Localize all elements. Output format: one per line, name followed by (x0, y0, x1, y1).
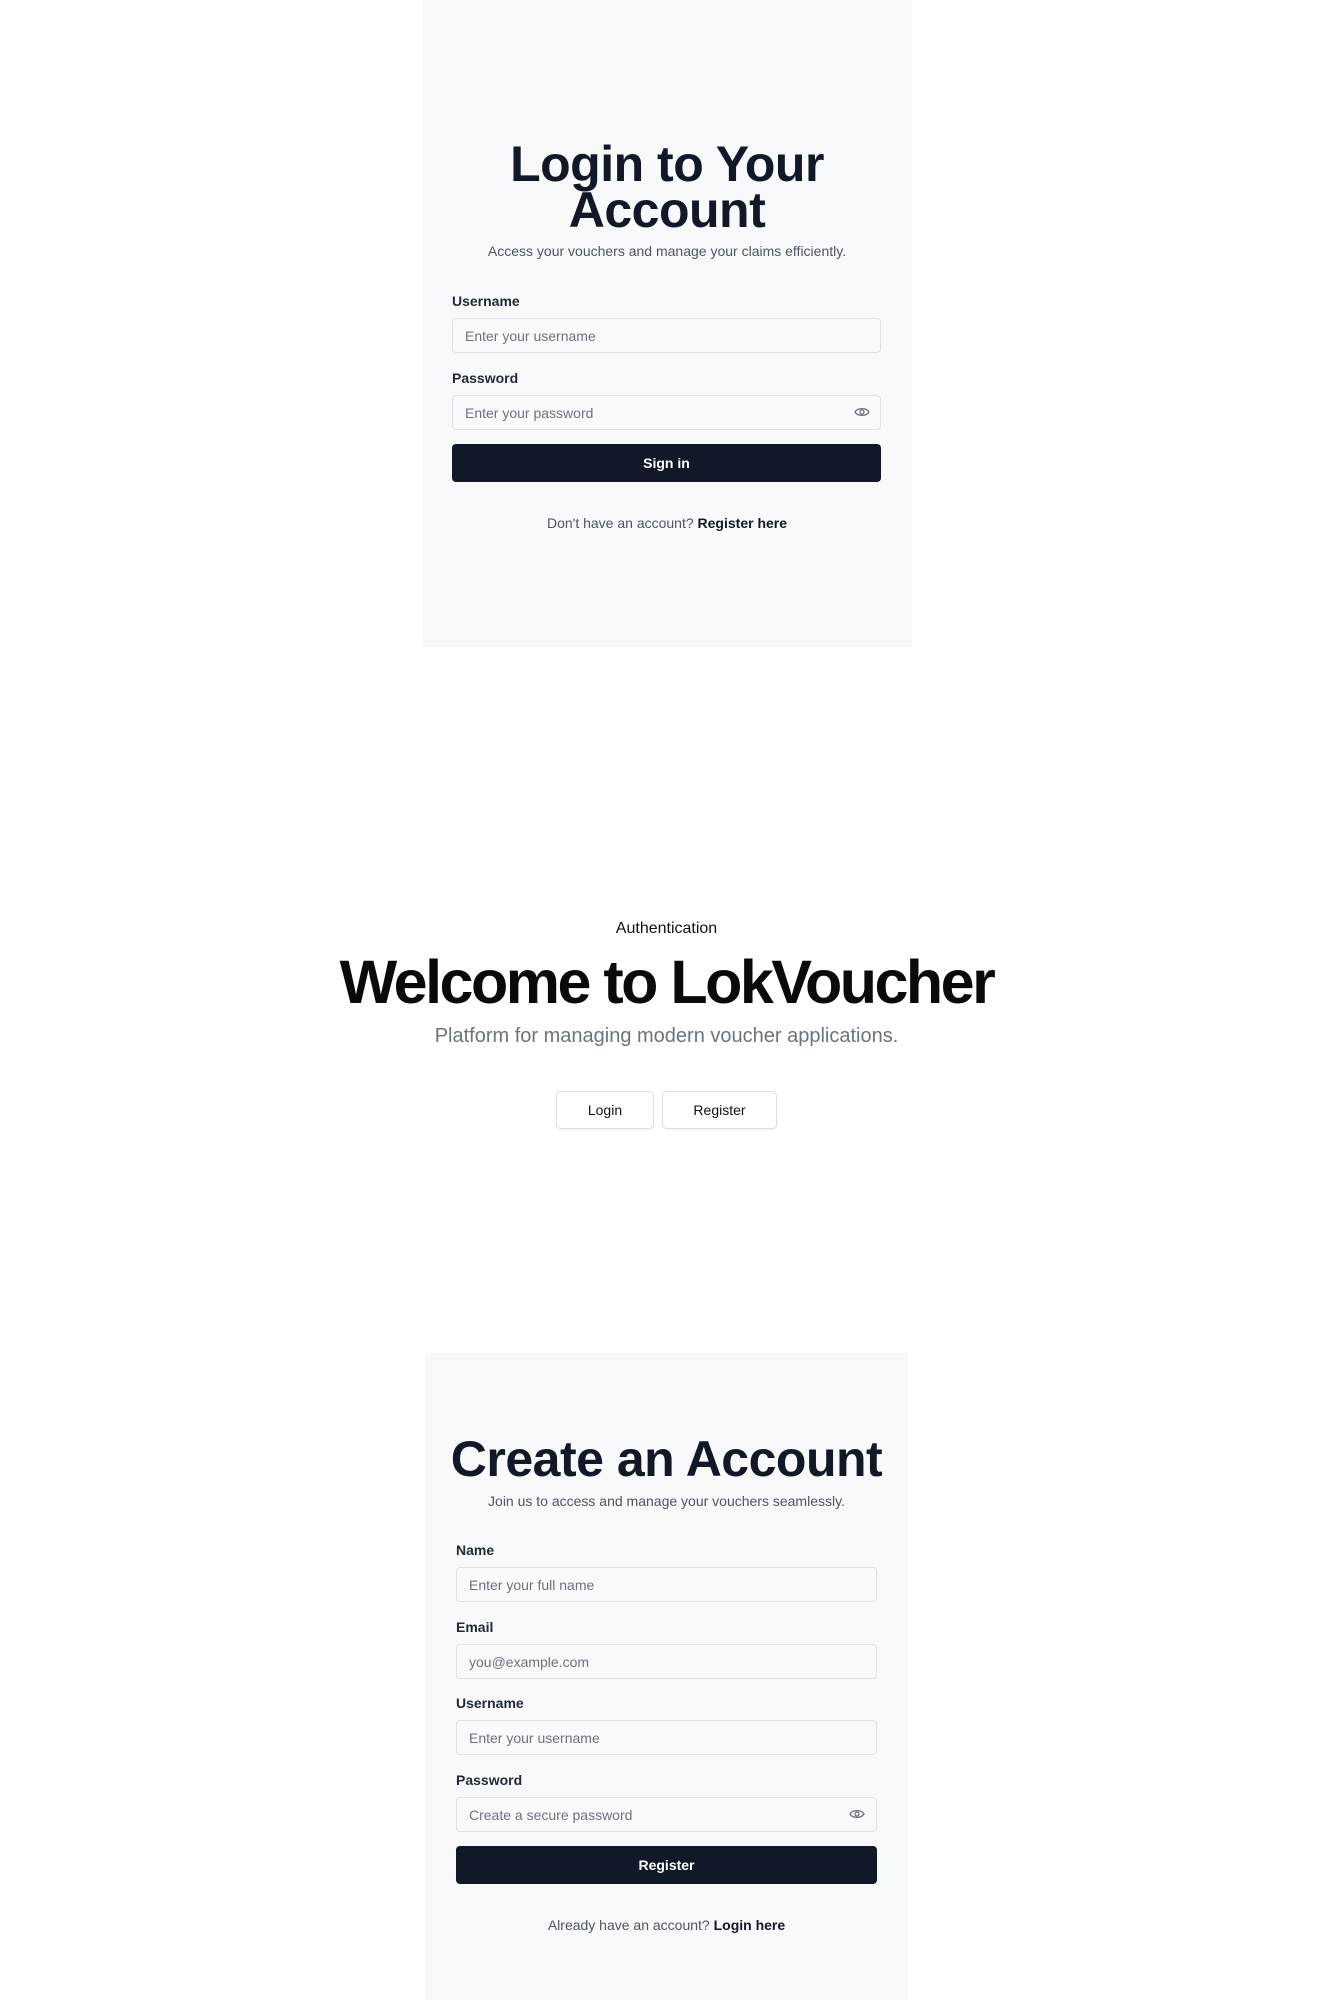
hero-title: Welcome to LokVoucher (339, 948, 996, 1016)
register-here-link[interactable]: Register here (698, 515, 787, 531)
eye-icon[interactable] (854, 406, 870, 418)
register-footer: Already have an account? Login here (425, 1917, 908, 1933)
register-username-label: Username (456, 1695, 524, 1711)
login-password-input[interactable] (452, 395, 881, 430)
hero-login-button[interactable]: Login (556, 1091, 654, 1129)
register-subtitle: Join us to access and manage your vouche… (488, 1493, 845, 1509)
register-title: Create an Account (450, 1431, 883, 1487)
login-footer: Don't have an account? Register here (422, 515, 912, 531)
login-card: Login to Your Account Access your vouche… (422, 0, 912, 647)
login-footer-text: Don't have an account? (546, 515, 694, 531)
hero-subtitle: Platform for managing modern voucher app… (434, 1025, 899, 1047)
login-username-label: Username (452, 293, 520, 309)
register-footer-text: Already have an account? (547, 1917, 710, 1933)
hero-eyebrow: Authentication (615, 920, 718, 937)
sign-in-button[interactable]: Sign in (452, 444, 881, 482)
login-username-input[interactable] (452, 318, 881, 353)
register-submit-button[interactable]: Register (456, 1846, 877, 1884)
login-password-label: Password (452, 370, 519, 386)
eye-icon[interactable] (849, 1808, 865, 1820)
login-title: Login to Your Account (510, 136, 824, 238)
register-email-label: Email (456, 1619, 494, 1635)
hero-register-button[interactable]: Register (662, 1091, 777, 1129)
register-username-input[interactable] (456, 1720, 877, 1755)
register-name-input[interactable] (456, 1567, 877, 1602)
register-password-label: Password (456, 1772, 523, 1788)
register-email-input[interactable] (456, 1644, 877, 1679)
login-subtitle: Access your vouchers and manage your cla… (487, 243, 847, 259)
register-password-input[interactable] (456, 1797, 877, 1832)
register-card: Create an Account Join us to access and … (425, 1353, 908, 2000)
register-name-label: Name (456, 1542, 495, 1558)
login-here-link[interactable]: Login here (714, 1917, 786, 1933)
